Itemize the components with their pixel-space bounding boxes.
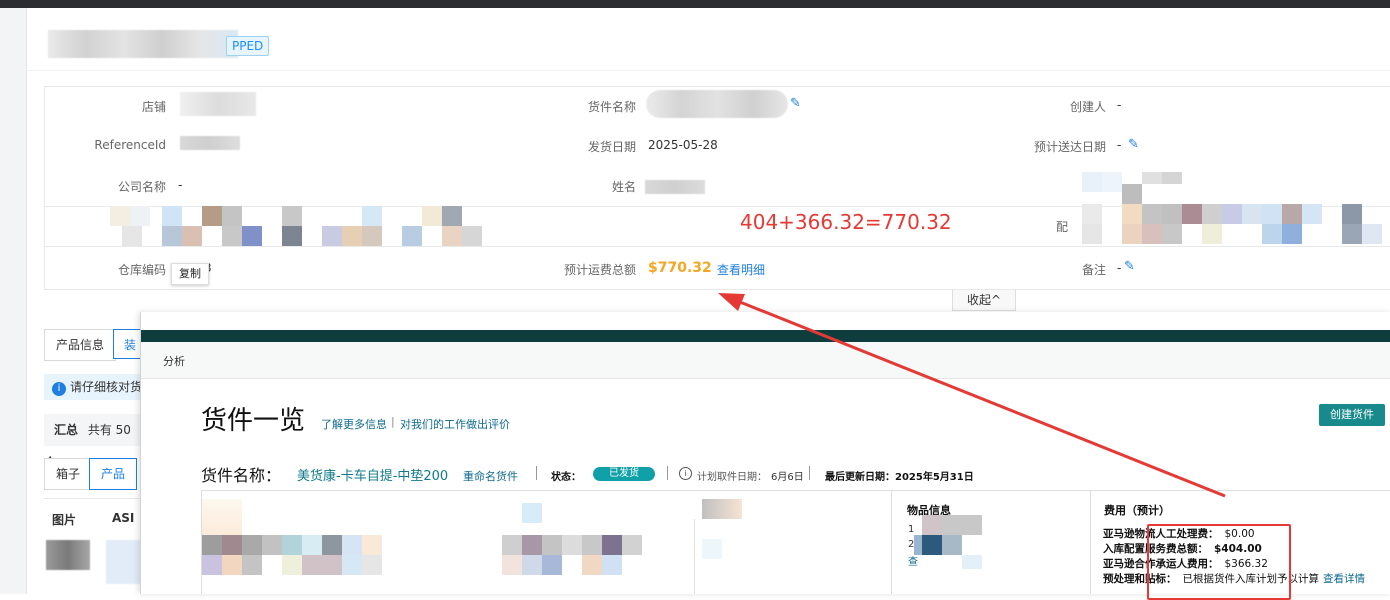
annotation-arrow: [718, 293, 1226, 498]
annotation-arrow-line: [734, 298, 1226, 498]
annotation-arrow-head: [718, 293, 745, 311]
